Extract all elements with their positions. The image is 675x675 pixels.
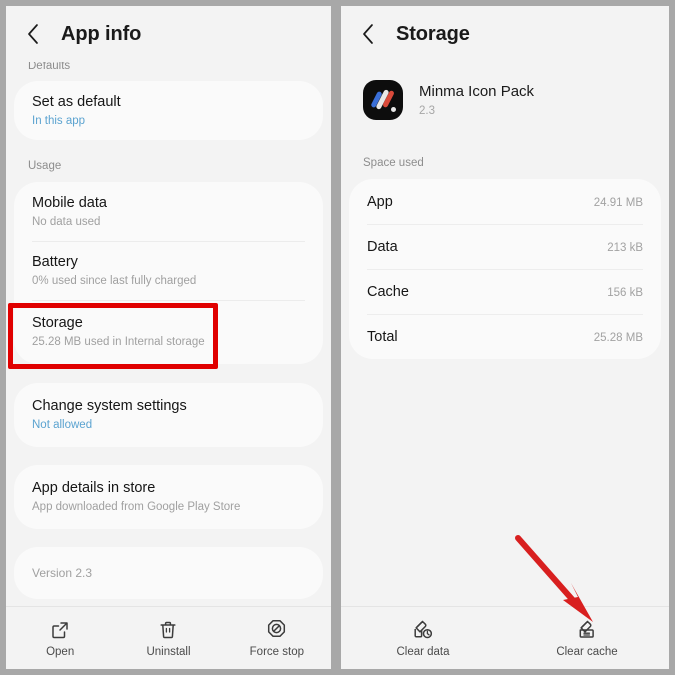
storage-row-value: 25.28 MB	[593, 332, 643, 344]
open-in-new-icon	[49, 619, 71, 641]
row-subtitle: 25.28 MB used in Internal storage	[32, 336, 205, 348]
app-meta: Minma Icon Pack 2.3	[419, 82, 534, 119]
app-version: 2.3	[419, 104, 435, 117]
section-label-usage: Usage	[28, 160, 62, 172]
storage-row-key: Total	[367, 329, 398, 345]
row-subtitle: App downloaded from Google Play Store	[32, 501, 241, 513]
chevron-left-icon[interactable]	[355, 21, 381, 47]
chevron-left-icon[interactable]	[20, 21, 46, 47]
row-title: Set as default	[32, 94, 121, 110]
storage-scroll-area[interactable]: Minma Icon Pack 2.3 Space used App 24.91…	[341, 62, 669, 606]
system-settings-card: Change system settings Not allowed	[14, 383, 323, 447]
toolbar-label: Uninstall	[146, 645, 191, 658]
row-title: Mobile data	[32, 195, 107, 211]
storage-row-value: 24.91 MB	[593, 197, 643, 209]
toolbar-label: Clear cache	[556, 645, 618, 658]
row-title: Storage	[32, 315, 83, 331]
storage-row-key: Data	[367, 239, 398, 255]
storage-row-key: App	[367, 194, 393, 210]
screenshot-root: App info Defaults Set as default In this…	[0, 0, 675, 675]
icon-dot	[391, 107, 396, 112]
storage-row-value: 156 kB	[607, 287, 643, 299]
block-octagon-icon	[266, 619, 288, 641]
app-name: Minma Icon Pack	[419, 82, 535, 100]
row-title: App details in store	[32, 480, 156, 496]
storage-toolbar: Clear data Clear cache	[341, 606, 669, 669]
uninstall-button[interactable]: Uninstall	[114, 619, 222, 658]
clear-data-button[interactable]: Clear data	[341, 619, 505, 658]
trash-icon	[157, 619, 179, 641]
clear-data-brush-icon	[412, 619, 434, 641]
app-info-header: App info	[6, 6, 331, 62]
row-battery[interactable]: Battery 0% used since last fully charged	[14, 241, 323, 300]
app-info-scroll-area[interactable]: Defaults Set as default In this app Usag…	[6, 62, 331, 606]
open-button[interactable]: Open	[6, 619, 114, 658]
section-label-space-used: Space used	[363, 157, 424, 169]
storage-screen: Storage Minma Icon Pack 2.3 Space used A	[341, 6, 669, 669]
storage-row-value: 213 kB	[607, 242, 643, 254]
row-mobile-data[interactable]: Mobile data No data used	[14, 182, 323, 241]
storage-row-key: Cache	[367, 284, 409, 300]
app-identity: Minma Icon Pack 2.3	[341, 62, 669, 120]
row-title: Battery	[32, 254, 78, 270]
row-subtitle: Not allowed	[32, 419, 93, 431]
minma-icon-pack-app-icon	[363, 80, 403, 120]
row-subtitle: 0% used since last fully charged	[32, 275, 197, 287]
page-title: App info	[61, 22, 142, 45]
section-label-defaults: Defaults	[28, 62, 71, 72]
storage-row-total: Total 25.28 MB	[349, 314, 661, 359]
force-stop-button[interactable]: Force stop	[223, 619, 331, 658]
row-change-system-settings[interactable]: Change system settings Not allowed	[14, 383, 323, 447]
row-set-as-default[interactable]: Set as default In this app	[14, 81, 323, 140]
row-version: Version 2.3	[14, 547, 323, 592]
row-app-details-in-store[interactable]: App details in store App downloaded from…	[14, 465, 323, 529]
defaults-card: Set as default In this app	[14, 81, 323, 140]
row-subtitle: No data used	[32, 216, 101, 228]
storage-row-app: App 24.91 MB	[349, 179, 661, 224]
space-used-card: App 24.91 MB Data 213 kB Cache 156 kB To…	[349, 179, 661, 359]
app-info-toolbar: Open Uninstall Force stop	[6, 606, 331, 669]
toolbar-label: Open	[46, 645, 75, 658]
toolbar-label: Force stop	[249, 645, 304, 658]
clear-cache-brush-icon	[576, 619, 598, 641]
row-title: Change system settings	[32, 398, 187, 414]
storage-row-cache: Cache 156 kB	[349, 269, 661, 314]
toolbar-label: Clear data	[396, 645, 450, 658]
app-info-screen: App info Defaults Set as default In this…	[6, 6, 331, 669]
clear-cache-button[interactable]: Clear cache	[505, 619, 669, 658]
row-subtitle: In this app	[32, 115, 86, 127]
storage-row-data: Data 213 kB	[349, 224, 661, 269]
store-details-card: App details in store App downloaded from…	[14, 465, 323, 529]
page-title: Storage	[396, 22, 470, 45]
usage-card: Mobile data No data used Battery 0% used…	[14, 182, 323, 364]
row-storage[interactable]: Storage 25.28 MB used in Internal storag…	[14, 300, 323, 364]
version-text: Version 2.3	[32, 566, 93, 580]
storage-header: Storage	[341, 6, 669, 62]
version-card: Version 2.3	[14, 547, 323, 599]
